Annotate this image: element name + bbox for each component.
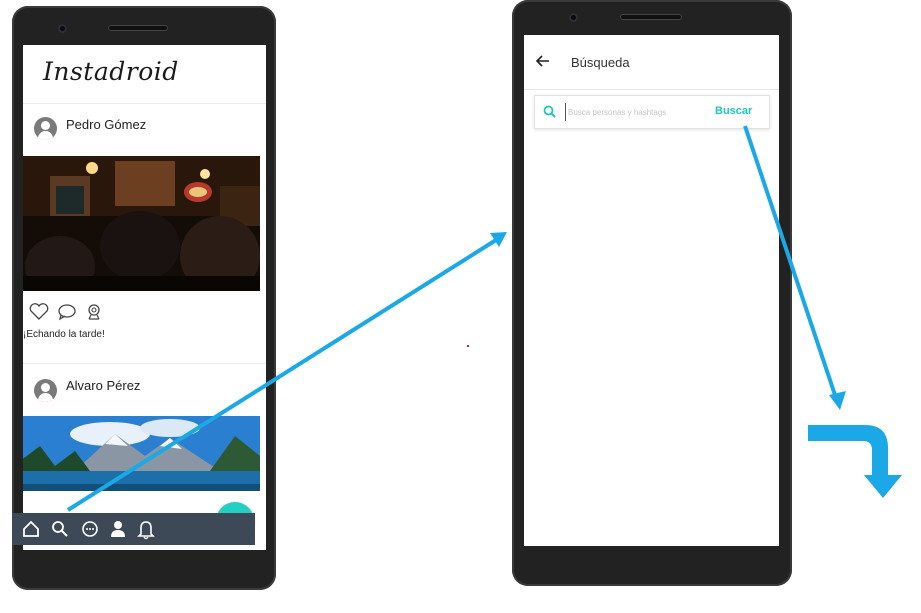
flow-arrows [66, 125, 902, 512]
arrow-down-from-search [743, 125, 846, 410]
arrow-to-search-screen [66, 232, 507, 512]
curved-next-arrow-icon [808, 425, 902, 498]
red-dot [467, 345, 469, 347]
